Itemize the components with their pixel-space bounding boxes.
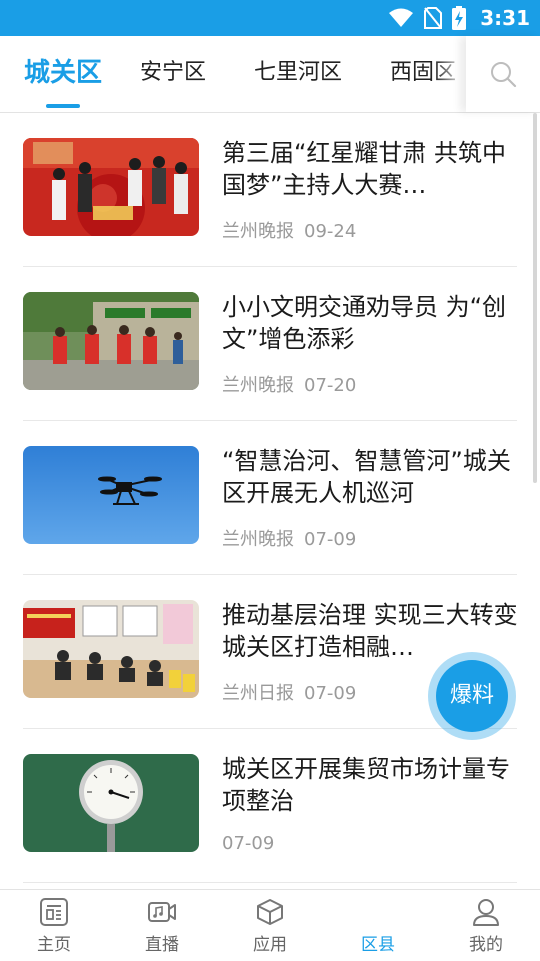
status-bar: 3:31 bbox=[0, 0, 540, 36]
news-title: “智慧治河、智慧管河”城关区开展无人机巡河 bbox=[222, 447, 511, 507]
tab-anning[interactable]: 安宁区 bbox=[140, 36, 206, 112]
nav-apps[interactable]: 应用 bbox=[216, 890, 324, 961]
news-title: 小小文明交通劝导员 为“创文”增色添彩 bbox=[222, 293, 507, 353]
news-thumbnail-meeting-room bbox=[23, 600, 199, 698]
tab-fade bbox=[434, 36, 466, 112]
nav-profile-label: 我的 bbox=[469, 935, 503, 955]
wifi-icon bbox=[389, 8, 414, 27]
home-icon bbox=[40, 898, 68, 926]
nav-live-label: 直播 bbox=[145, 935, 179, 955]
news-feed[interactable]: 第三届“红星耀甘肃 共筑中国梦”主持人大赛… 兰州晚报 09-24 小小文明交通… bbox=[0, 113, 540, 889]
tab-scroller[interactable]: 城关区 安宁区 七里河区 西固区 bbox=[0, 36, 466, 112]
nav-district[interactable]: 区县 bbox=[324, 890, 432, 961]
district-tab-bar: 城关区 安宁区 七里河区 西固区 bbox=[0, 36, 540, 113]
no-sim-icon bbox=[424, 7, 443, 29]
tab-chengguan[interactable]: 城关区 bbox=[24, 36, 102, 112]
news-source: 兰州晚报 bbox=[222, 221, 294, 242]
news-title: 第三届“红星耀甘肃 共筑中国梦”主持人大赛… bbox=[222, 139, 507, 199]
report-tip-button[interactable]: 爆料 bbox=[436, 660, 508, 732]
news-source: 兰州晚报 bbox=[222, 375, 294, 396]
news-meta: 兰州晚报 07-20 bbox=[222, 371, 356, 397]
nav-apps-label: 应用 bbox=[253, 935, 287, 955]
news-meta: 兰州日报 07-09 bbox=[222, 679, 356, 705]
apps-cube-icon bbox=[257, 899, 283, 925]
news-date: 07-09 bbox=[304, 683, 357, 704]
status-icons: 3:31 bbox=[388, 0, 530, 36]
news-thumbnail-pressure-gauge bbox=[23, 754, 199, 852]
nav-district-label: 区县 bbox=[361, 935, 395, 955]
news-item[interactable]: 小小文明交通劝导员 为“创文”增色添彩 兰州晚报 07-20 bbox=[0, 267, 540, 421]
news-title: 城关区开展集贸市场计量专项整治 bbox=[222, 755, 510, 815]
news-meta: 兰州晚报 07-09 bbox=[222, 525, 356, 551]
search-icon bbox=[491, 62, 517, 88]
district-icon bbox=[324, 890, 432, 926]
news-date: 07-09 bbox=[304, 529, 357, 550]
nav-profile[interactable]: 我的 bbox=[432, 890, 540, 961]
active-tab-indicator bbox=[46, 104, 80, 108]
news-thumbnail-ceremony bbox=[23, 138, 199, 236]
profile-icon bbox=[473, 899, 499, 926]
news-date: 07-09 bbox=[222, 833, 275, 854]
battery-charging-icon bbox=[452, 6, 467, 30]
news-date: 09-24 bbox=[304, 221, 357, 242]
bottom-nav: 主页 直播 应用 区县 我的 bbox=[0, 889, 540, 961]
search-button[interactable] bbox=[466, 36, 540, 112]
nav-home[interactable]: 主页 bbox=[0, 890, 108, 961]
news-thumbnail-drone bbox=[23, 446, 199, 544]
nav-home-label: 主页 bbox=[37, 935, 71, 955]
news-thumbnail-street-volunteers bbox=[23, 292, 199, 390]
tab-qilihe[interactable]: 七里河区 bbox=[254, 36, 342, 112]
news-source: 兰州晚报 bbox=[222, 529, 294, 550]
news-item[interactable]: “智慧治河、智慧管河”城关区开展无人机巡河 兰州晚报 07-09 bbox=[0, 421, 540, 575]
news-source: 兰州日报 bbox=[222, 683, 294, 704]
news-meta: 兰州晚报 09-24 bbox=[222, 217, 356, 243]
divider bbox=[23, 882, 517, 883]
news-date: 07-20 bbox=[304, 375, 357, 396]
news-item[interactable]: 城关区开展集贸市场计量专项整治 07-09 bbox=[0, 729, 540, 883]
status-time: 3:31 bbox=[480, 6, 530, 30]
news-meta: 07-09 bbox=[222, 833, 274, 854]
nav-live[interactable]: 直播 bbox=[108, 890, 216, 961]
live-video-icon bbox=[148, 902, 176, 922]
news-item[interactable]: 第三届“红星耀甘肃 共筑中国梦”主持人大赛… 兰州晚报 09-24 bbox=[0, 113, 540, 267]
feed-scrollbar[interactable] bbox=[533, 113, 537, 483]
